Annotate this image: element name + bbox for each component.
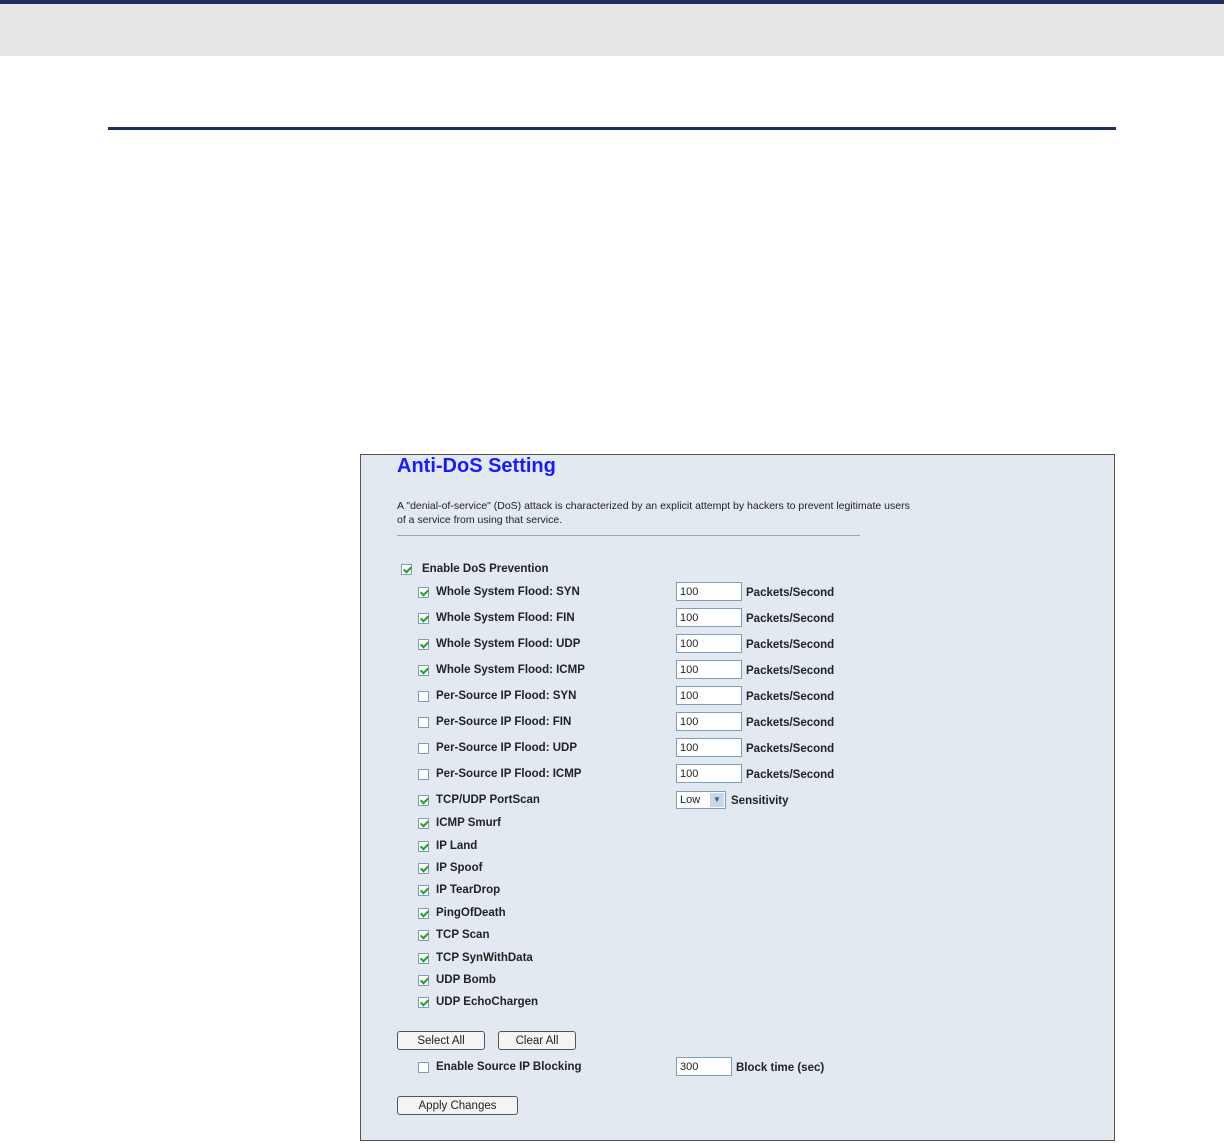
description-text: A "denial-of-service" (DoS) attack is ch… [397, 500, 910, 526]
flood-checkbox[interactable] [418, 769, 429, 780]
page-header-bar [0, 0, 1224, 56]
flood-checkbox[interactable] [418, 717, 429, 728]
flood-label: Whole System Flood: SYN [436, 586, 580, 598]
flood-unit: Packets/Second [746, 587, 835, 599]
flood-checkbox[interactable] [418, 665, 429, 676]
flood-checkbox[interactable] [418, 743, 429, 754]
flood-threshold-input[interactable] [676, 764, 742, 783]
flood-label: Whole System Flood: UDP [436, 638, 581, 650]
attack-label: TCP SynWithData [436, 952, 533, 964]
flood-threshold-input[interactable] [676, 738, 742, 757]
sensitivity-value: Low [680, 794, 701, 806]
clear-all-button[interactable]: Clear All [498, 1031, 576, 1050]
anti-dos-panel: Anti-DoS Setting A "denial-of-service" (… [360, 454, 1115, 1141]
attack-label: PingOfDeath [436, 907, 506, 919]
flood-unit: Packets/Second [746, 691, 835, 703]
flood-threshold-input[interactable] [676, 608, 742, 627]
attack-label: UDP Bomb [436, 974, 496, 986]
flood-threshold-input[interactable] [676, 686, 742, 705]
attack-checkbox[interactable] [418, 930, 429, 941]
separator [397, 535, 860, 536]
flood-unit: Packets/Second [746, 665, 835, 677]
block-time-label: Block time (sec) [736, 1062, 825, 1074]
attack-label: IP TearDrop [436, 884, 501, 896]
attack-label: IP Land [436, 840, 478, 852]
attack-checkbox[interactable] [418, 863, 429, 874]
flood-checkbox[interactable] [418, 639, 429, 650]
attack-checkbox[interactable] [418, 818, 429, 829]
flood-unit: Packets/Second [746, 639, 835, 651]
flood-unit: Packets/Second [746, 613, 835, 625]
flood-unit: Packets/Second [746, 769, 835, 781]
enable-dos-label: Enable DoS Prevention [422, 563, 549, 575]
attack-checkbox[interactable] [418, 975, 429, 986]
attack-checkbox[interactable] [418, 841, 429, 852]
flood-label: Whole System Flood: ICMP [436, 664, 585, 676]
flood-checkbox[interactable] [418, 613, 429, 624]
flood-label: Per-Source IP Flood: SYN [436, 690, 577, 702]
portscan-label: TCP/UDP PortScan [436, 794, 540, 806]
flood-threshold-input[interactable] [676, 582, 742, 601]
flood-checkbox[interactable] [418, 691, 429, 702]
attack-label: ICMP Smurf [436, 817, 501, 829]
attack-label: IP Spoof [436, 862, 483, 874]
select-all-button[interactable]: Select All [397, 1031, 485, 1050]
page-title: Anti-DoS Setting [397, 455, 556, 477]
block-time-input[interactable] [676, 1057, 732, 1076]
apply-changes-button[interactable]: Apply Changes [397, 1096, 518, 1115]
attack-checkbox[interactable] [418, 953, 429, 964]
flood-threshold-input[interactable] [676, 660, 742, 679]
attack-checkbox[interactable] [418, 885, 429, 896]
source-ip-blocking-label: Enable Source IP Blocking [436, 1061, 582, 1073]
source-ip-blocking-checkbox[interactable] [418, 1062, 429, 1073]
attack-label: UDP EchoChargen [436, 996, 539, 1008]
flood-threshold-input[interactable] [676, 634, 742, 653]
flood-label: Per-Source IP Flood: FIN [436, 716, 572, 728]
flood-label: Per-Source IP Flood: ICMP [436, 768, 582, 780]
flood-unit: Packets/Second [746, 743, 835, 755]
flood-checkbox[interactable] [418, 587, 429, 598]
section-divider [108, 127, 1116, 130]
flood-unit: Packets/Second [746, 717, 835, 729]
portscan-checkbox[interactable] [418, 795, 429, 806]
sensitivity-select[interactable]: Low ▼ [676, 791, 726, 809]
attack-checkbox[interactable] [418, 908, 429, 919]
flood-label: Per-Source IP Flood: UDP [436, 742, 578, 754]
enable-dos-checkbox[interactable] [401, 564, 412, 575]
flood-label: Whole System Flood: FIN [436, 612, 575, 624]
chevron-down-icon: ▼ [710, 793, 724, 807]
flood-threshold-input[interactable] [676, 712, 742, 731]
attack-label: TCP Scan [436, 929, 490, 941]
attack-checkbox[interactable] [418, 997, 429, 1008]
sensitivity-label: Sensitivity [731, 795, 789, 807]
